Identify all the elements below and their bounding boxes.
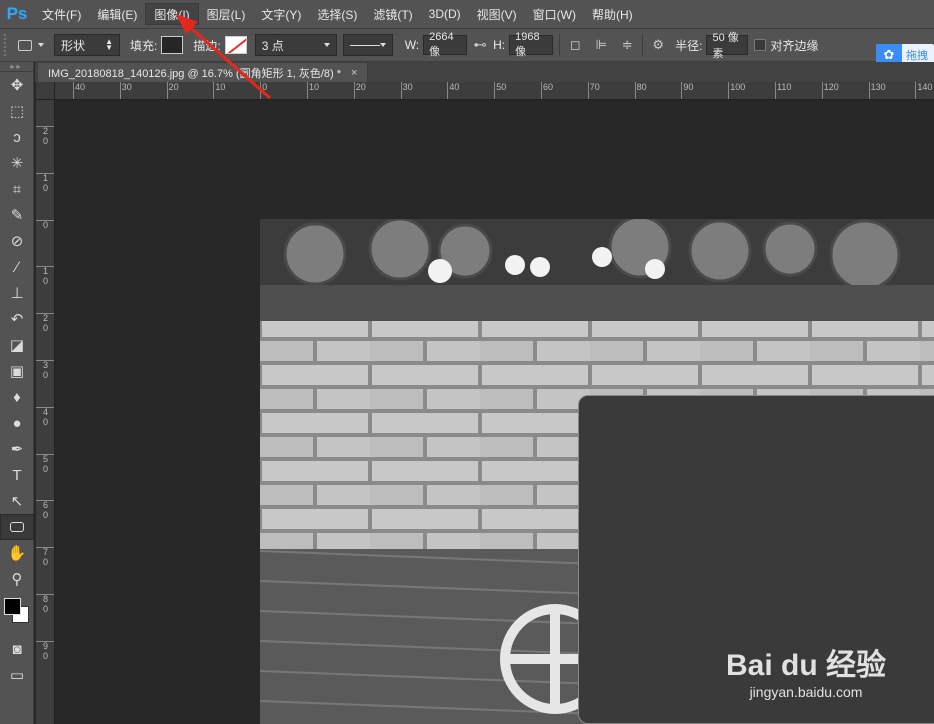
photoshop-window: Ps 文件(F) 编辑(E) 图像(I) 图层(L) 文字(Y) 选择(S) 滤… bbox=[0, 0, 934, 724]
annotation-arrow bbox=[176, 14, 271, 100]
foreground-color-swatch[interactable] bbox=[4, 598, 21, 615]
